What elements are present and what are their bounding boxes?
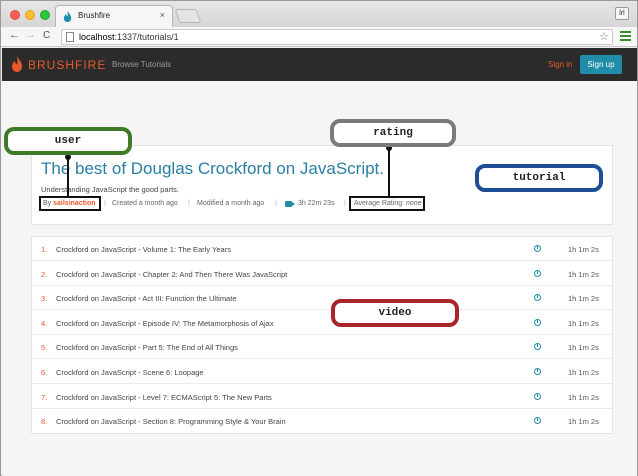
- tutorial-description: Understanding JavaScript the good parts.: [41, 185, 179, 194]
- tab-strip: Brushfire × lrl: [1, 1, 637, 27]
- new-tab-button[interactable]: [174, 9, 202, 23]
- video-number: 5.: [41, 343, 48, 353]
- video-duration: 1h 1m 2s: [568, 269, 599, 279]
- address-bar[interactable]: localhost:1337/tutorials/1 ☆: [61, 29, 613, 45]
- url-path: :1337/tutorials/1: [114, 32, 179, 42]
- video-title[interactable]: Crockford on JavaScript - Section 8: Pro…: [56, 417, 286, 426]
- tutorial-annotation: tutorial: [475, 164, 603, 192]
- video-number: 6.: [41, 368, 48, 377]
- user-callout-line: [67, 155, 69, 196]
- url-host: localhost: [79, 32, 115, 42]
- video-duration: 1h 1m 2s: [568, 294, 599, 304]
- clock-icon: [534, 417, 541, 425]
- sign-in-link[interactable]: Sign in: [548, 60, 572, 69]
- back-icon[interactable]: ←: [9, 29, 20, 41]
- browse-tutorials-link[interactable]: Browse Tutorials: [112, 60, 171, 69]
- menu-icon[interactable]: [620, 31, 631, 41]
- video-row[interactable]: 6. Crockford on JavaScript - Scene 6: Loo…: [32, 360, 612, 384]
- meta-separator: |: [344, 200, 346, 207]
- video-camera-icon: [285, 201, 295, 207]
- video-title[interactable]: Crockford on JavaScript - Episode IV: Th…: [56, 319, 274, 328]
- video-title[interactable]: Crockford on JavaScript - Part 5: The En…: [56, 343, 238, 352]
- video-number: 3.: [41, 294, 48, 304]
- meta-separator: |: [275, 200, 277, 207]
- tab-brushfire[interactable]: Brushfire ×: [55, 5, 173, 27]
- video-title[interactable]: Crockford on JavaScript - Act III: Funct…: [56, 294, 237, 303]
- clock-icon: [534, 294, 541, 302]
- video-number: 2.: [41, 269, 48, 279]
- rating-callout-line: [388, 147, 390, 196]
- video-row[interactable]: 2. Crockford on JavaScript - Chapter 2: A…: [32, 262, 612, 286]
- clock-icon: [534, 269, 541, 277]
- flame-logo-icon[interactable]: [12, 56, 22, 72]
- video-title[interactable]: Crockford on JavaScript - Volume 1: The …: [56, 245, 231, 254]
- sign-up-button[interactable]: Sign up: [580, 55, 622, 74]
- profile-button[interactable]: lrl: [615, 7, 629, 20]
- video-title[interactable]: Crockford on JavaScript - Chapter 2: And…: [56, 270, 287, 279]
- browser-toolbar: ← → C localhost:1337/tutorials/1 ☆: [1, 27, 637, 47]
- zoom-window-button[interactable]: [40, 10, 50, 20]
- rating-annotation: rating: [330, 119, 456, 147]
- meta-separator: |: [104, 200, 106, 207]
- video-row[interactable]: 5. Crockford on JavaScript - Part 5: The …: [32, 335, 612, 360]
- video-number: 7.: [41, 392, 48, 402]
- tab-title: Brushfire: [78, 11, 111, 20]
- video-duration: 1h 1m 2s: [568, 417, 599, 427]
- clock-icon: [534, 245, 541, 252]
- video-row[interactable]: 8. Crockford on JavaScript - Section 8: P…: [32, 409, 612, 433]
- rating-callout-box: [349, 196, 425, 211]
- video-duration: 1h 1m 2s: [568, 392, 599, 402]
- forward-icon[interactable]: →: [25, 29, 36, 41]
- close-tab-icon[interactable]: ×: [160, 10, 165, 20]
- user-callout-box: [39, 196, 101, 211]
- tutorial-title[interactable]: The best of Douglas Crockford on JavaScr…: [41, 159, 384, 179]
- page-icon: [66, 32, 74, 42]
- video-duration: 1h 1m 2s: [568, 368, 599, 377]
- clock-icon: [534, 392, 541, 400]
- video-duration: 1h 1m 2s: [568, 343, 599, 353]
- video-row[interactable]: 3. Crockford on JavaScript - Act III: Fun…: [32, 286, 612, 311]
- close-window-button[interactable]: [10, 10, 20, 20]
- video-number: 4.: [41, 318, 48, 328]
- user-annotation: user: [4, 127, 132, 155]
- video-number: 8.: [41, 417, 48, 427]
- video-row[interactable]: 4. Crockford on JavaScript - Episode IV: …: [32, 311, 612, 335]
- clock-icon: [534, 343, 541, 351]
- total-duration: 3h 22m 23s: [298, 200, 335, 207]
- video-title[interactable]: Crockford on JavaScript - Scene 6: Loopa…: [56, 368, 204, 377]
- url-text: localhost:1337/tutorials/1: [79, 32, 179, 42]
- video-title[interactable]: Crockford on JavaScript - Level 7: ECMAS…: [56, 393, 272, 402]
- created-date: Created a month ago: [112, 200, 178, 207]
- star-icon[interactable]: ☆: [599, 30, 609, 43]
- flame-favicon-icon: [63, 11, 72, 22]
- brand-name[interactable]: BRUSHFIRE: [28, 58, 106, 72]
- reload-icon[interactable]: C: [43, 30, 50, 41]
- video-annotation: video: [331, 299, 459, 327]
- clock-icon: [534, 318, 541, 326]
- app-navbar: BRUSHFIRE Browse Tutorials Sign in Sign …: [2, 48, 637, 81]
- minimize-window-button[interactable]: [25, 10, 35, 20]
- clock-icon: [534, 368, 541, 375]
- meta-separator: |: [188, 200, 190, 207]
- video-row[interactable]: 1. Crockford on JavaScript - Volume 1: Th…: [32, 237, 612, 261]
- modified-date: Modified a month ago: [197, 200, 265, 207]
- video-number: 1.: [41, 245, 48, 254]
- video-row[interactable]: 7. Crockford on JavaScript - Level 7: ECM…: [32, 385, 612, 409]
- video-duration: 1h 1m 2s: [568, 245, 599, 254]
- video-duration: 1h 1m 2s: [568, 318, 599, 328]
